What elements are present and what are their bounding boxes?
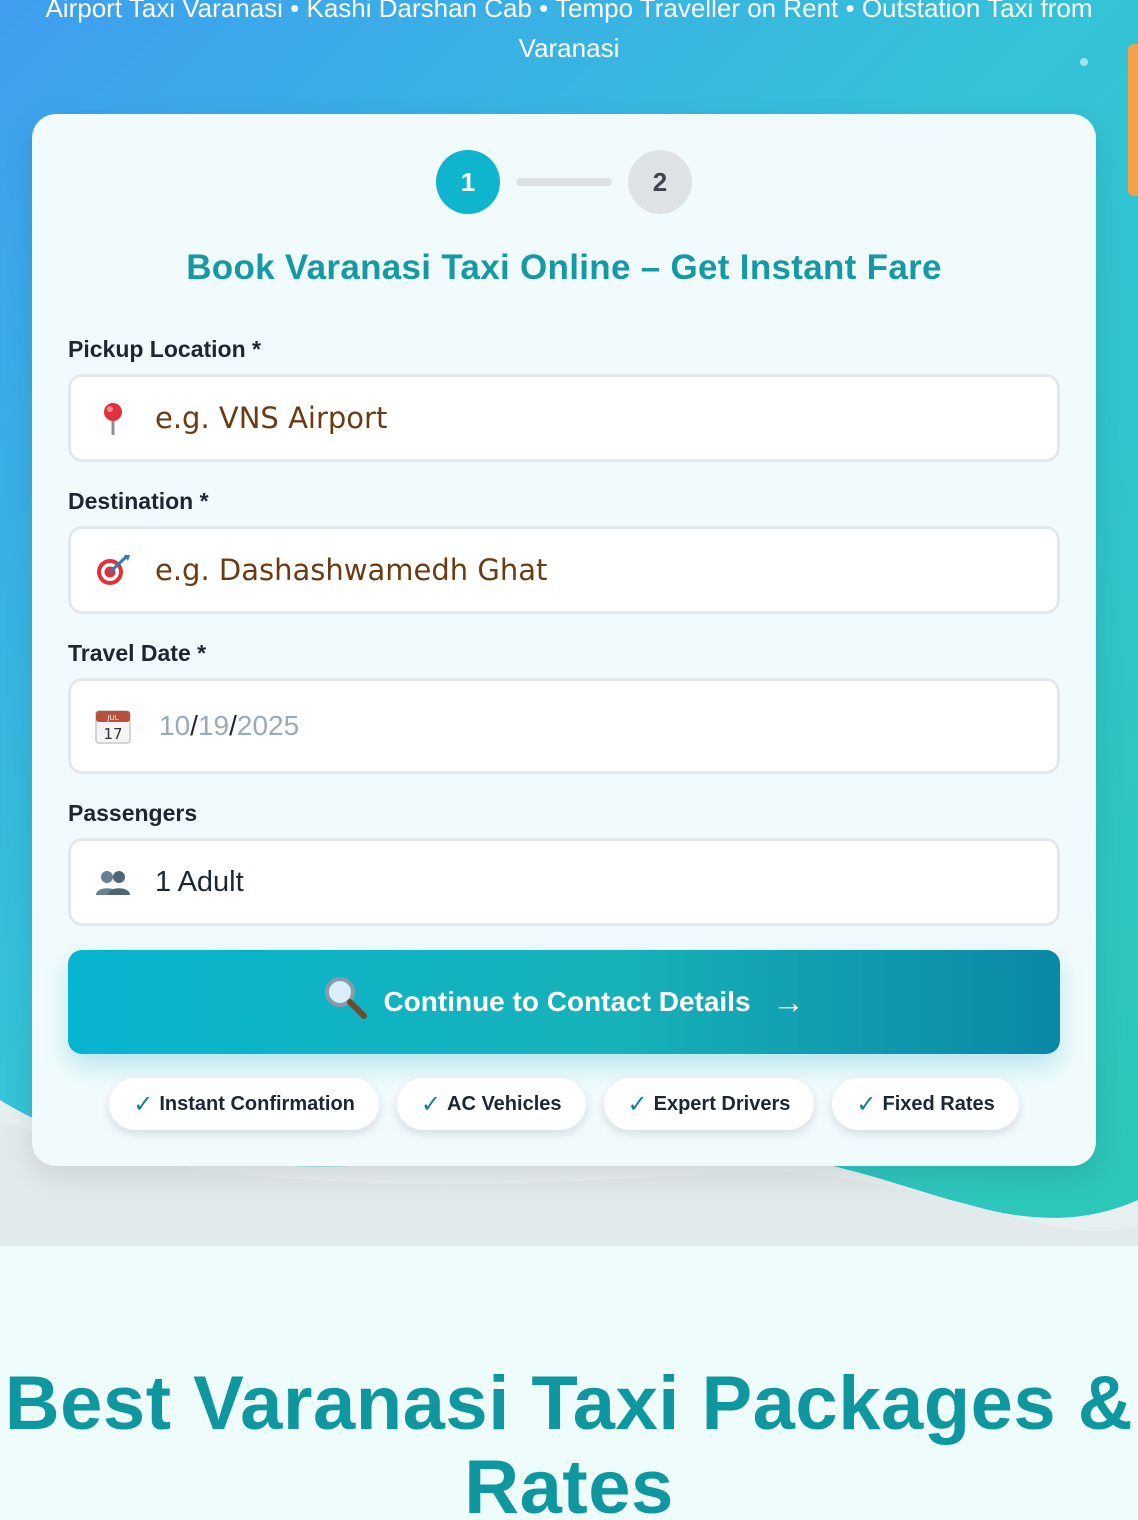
badge-text: Expert Drivers [653, 1092, 791, 1115]
scrollbar-thumb[interactable] [1128, 44, 1138, 196]
destination-input[interactable]: e.g. Dashashwamedh Ghat [68, 526, 1060, 614]
pickup-input[interactable]: e.g. VNS Airport [68, 374, 1060, 462]
round-pushpin-icon [71, 401, 155, 435]
calendar-icon: JUL 17 [71, 708, 155, 744]
continue-to-contact-button[interactable]: Continue to Contact Details → [68, 950, 1060, 1054]
passengers-label: Passengers [68, 800, 198, 826]
destination-label: Destination * [68, 488, 209, 514]
badge-fixed-rates: ✓ Fixed Rates [832, 1078, 1019, 1130]
badge-instant-confirmation: ✓ Instant Confirmation [109, 1078, 379, 1130]
pickup-label: Pickup Location * [68, 336, 261, 362]
badge-text: AC Vehicles [447, 1092, 562, 1115]
decorative-dot [1080, 58, 1088, 66]
passengers-value: 1 Adult [155, 865, 244, 898]
two-people-icon [71, 868, 155, 896]
travel-date-input[interactable]: JUL 17 10/19/2025 [68, 678, 1060, 774]
feature-badges: ✓ Instant Confirmation ✓ AC Vehicles ✓ E… [32, 1078, 1096, 1130]
date-year[interactable]: 2025 [237, 710, 299, 741]
passengers-select[interactable]: 1 Adult [68, 838, 1060, 926]
badge-expert-drivers: ✓ Expert Drivers [603, 1078, 815, 1130]
step-1-indicator: 1 [436, 150, 500, 214]
pickup-placeholder: e.g. VNS Airport [155, 401, 388, 435]
destination-placeholder: e.g. Dashashwamedh Ghat [155, 553, 548, 587]
travel-date-value: 10/19/2025 [159, 710, 299, 743]
travel-date-label: Travel Date * [68, 640, 207, 666]
date-separator: / [190, 709, 198, 741]
stepper-connector [516, 178, 612, 186]
target-icon [71, 553, 155, 587]
hero-tagline: Airport Taxi Varanasi • Kashi Darshan Ca… [45, 0, 1093, 63]
check-icon: ✓ [420, 1090, 441, 1118]
booking-form-card: 1 2 Book Varanasi Taxi Online – Get Inst… [32, 114, 1096, 1166]
continue-button-label: Continue to Contact Details [383, 986, 751, 1017]
calendar-month-text: JUL [106, 714, 118, 722]
packages-section-title: Best Varanasi Taxi Packages & Rates [4, 1361, 1134, 1520]
badge-ac-vehicles: ✓ AC Vehicles [396, 1078, 586, 1130]
arrow-right-icon: → [772, 983, 805, 1020]
date-month[interactable]: 10 [159, 710, 190, 741]
date-separator: / [229, 709, 237, 741]
check-icon: ✓ [133, 1090, 154, 1118]
check-icon: ✓ [627, 1090, 648, 1118]
form-title: Book Varanasi Taxi Online – Get Instant … [186, 248, 942, 287]
badge-text: Fixed Rates [882, 1092, 995, 1115]
magnifier-icon [323, 975, 368, 1029]
step-2-indicator: 2 [628, 150, 692, 214]
check-icon: ✓ [856, 1090, 877, 1118]
calendar-day-text: 17 [103, 725, 122, 743]
form-stepper: 1 2 [436, 150, 692, 214]
date-day[interactable]: 19 [198, 710, 229, 741]
badge-text: Instant Confirmation [159, 1092, 355, 1115]
